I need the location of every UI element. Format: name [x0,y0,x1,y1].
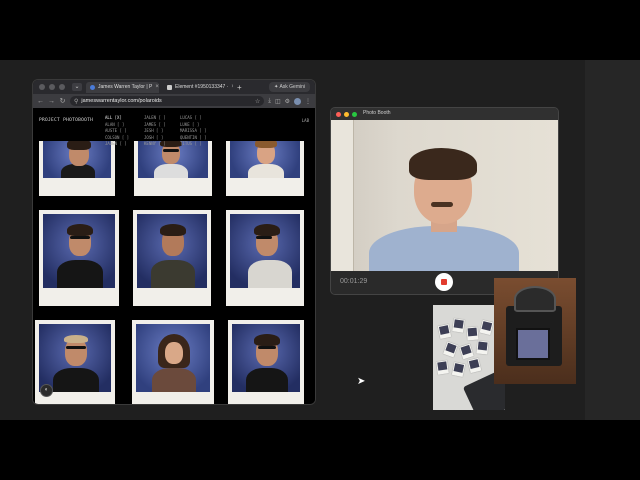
close-tab-icon[interactable]: × [231,84,233,90]
filter-josh[interactable]: JOSH [ ] [144,135,180,140]
site-header: PROJECT PHOTOBOOTH ALL [X] JALEN [ ] LUCAS… [33,108,315,146]
site-favicon-icon [90,84,95,90]
mini-polaroid [466,326,479,341]
recording-timer: 00:01:29 [340,278,368,285]
mini-polaroid [459,343,474,360]
person-hair [409,148,477,180]
filter-alan[interactable]: ALAN [ ] [105,122,144,127]
person [369,226,519,271]
browser-toolbar: ← → ↻ ⚲ jameswarrentaylor.com/polaroids … [33,94,315,108]
element-favicon-icon [167,84,172,90]
polaroid-photo [136,324,210,392]
mouse-cursor-icon: ➤ [357,376,366,387]
settings-icon[interactable]: ⚙ [285,98,290,105]
polaroid[interactable] [39,132,115,196]
reload-icon[interactable]: ↻ [59,97,66,105]
filter-auste[interactable]: AUSTE [ ] [105,128,144,133]
camera-viewfinder [516,328,550,360]
url-text: jameswarrentaylor.com/polaroids [81,98,162,104]
filter-all[interactable]: ALL [X] [105,115,144,120]
mini-polaroid [451,361,466,378]
photo-booth-titlebar: Photo Booth [331,108,558,120]
window-controls [39,84,65,90]
lab-link[interactable]: LAB [302,118,309,123]
mini-polaroid [476,340,489,355]
zoom-button[interactable] [352,111,357,117]
polaroid-photo [230,214,300,288]
tab-search-icon[interactable]: ⌄ [72,83,82,91]
mini-polaroid [479,319,494,336]
page-content: PROJECT PHOTOBOOTH ALL [X] JALEN [ ] LUCAS… [33,108,315,404]
polaroid-photo [232,324,300,392]
photo-preview-camera[interactable] [494,278,576,384]
polaroid-photo [137,214,207,288]
polaroid-photo [39,324,111,392]
polaroid[interactable] [226,210,304,306]
filter-list: ALL [X] JALEN [ ] LUCAS [ ] ALAN [ ] JAMES [… [105,115,216,146]
forward-icon[interactable]: → [48,98,55,105]
polaroid-photo [230,136,300,178]
record-button[interactable] [435,273,453,291]
filter-jesh[interactable]: JESH [ ] [144,128,180,133]
mini-polaroid [452,318,465,333]
address-bar[interactable]: ⚲ jameswarrentaylor.com/polaroids ☆ [70,96,265,106]
mini-polaroid [467,357,482,374]
polaroid[interactable] [133,210,211,306]
filter-kenny[interactable]: KENNY [ ] [144,141,180,146]
tab-label: Element #1950133347 · [175,84,229,90]
polaroid[interactable] [228,320,304,404]
mini-polaroid [436,360,449,375]
minimize-button[interactable] [344,111,349,117]
window-title: Photo Booth [363,110,391,116]
ask-gemini-label: Ask Gemini [279,84,305,90]
polaroid-photo [43,136,111,178]
filter-quentin[interactable]: QUENTIN [ ] [180,135,216,140]
filter-jaden[interactable]: JADEN [ ] [105,141,144,146]
profile-avatar[interactable] [294,97,301,105]
bookmark-star-icon[interactable]: ☆ [255,98,260,105]
camera-preview [331,120,558,271]
filter-lucas[interactable]: LUCAS [ ] [180,115,216,120]
tab-label: James Warren Taylor | P [98,84,153,90]
desktop-edge [585,60,640,420]
polaroid[interactable] [39,210,119,306]
photo-booth-window: Photo Booth 00:01:29 [330,107,559,295]
menu-icon[interactable]: ⋮ [305,98,311,105]
mini-polaroid [443,341,458,358]
door [331,120,354,271]
window-controls [336,111,357,117]
download-icon[interactable]: ⤓ [268,98,271,105]
minimize-button[interactable] [49,84,55,90]
polaroid[interactable] [226,132,304,196]
site-info-icon[interactable]: ⚲ [74,98,78,105]
person-mustache [431,202,453,207]
filter-jalen[interactable]: JALEN [ ] [144,115,180,120]
mini-polaroid [437,323,452,340]
extension-icon[interactable]: ◫ [275,98,281,105]
filter-marissa[interactable]: MARISSA [ ] [180,128,216,133]
close-button[interactable] [336,111,341,117]
polaroid-photo [43,214,115,288]
tab-james-warren-taylor[interactable]: James Warren Taylor | P × [86,81,159,93]
desktop: ⌄ James Warren Taylor | P × Element #195… [0,60,640,420]
close-tab-icon[interactable]: × [155,84,159,90]
tab-bar: ⌄ James Warren Taylor | P × Element #195… [33,80,315,94]
filter-james[interactable]: JAMES [ ] [144,122,180,127]
filter-colson[interactable]: COLSON [ ] [105,135,144,140]
ask-gemini-button[interactable]: ✦ Ask Gemini [269,82,310,92]
filter-titus[interactable]: TITUS [ ] [180,141,216,146]
close-button[interactable] [39,84,45,90]
filter-luke[interactable]: LUKE [ ] [180,122,216,127]
camera-lens [514,286,556,312]
site-title[interactable]: PROJECT PHOTOBOOTH [39,118,93,123]
new-tab-icon[interactable]: + [237,83,242,92]
tab-element[interactable]: Element #1950133347 · × [163,82,233,93]
polaroid[interactable] [132,320,214,404]
browser-window: ⌄ James Warren Taylor | P × Element #195… [32,79,316,405]
zoom-button[interactable] [59,84,65,90]
back-icon[interactable]: ← [37,98,44,105]
info-button[interactable]: ◐ [40,384,53,397]
